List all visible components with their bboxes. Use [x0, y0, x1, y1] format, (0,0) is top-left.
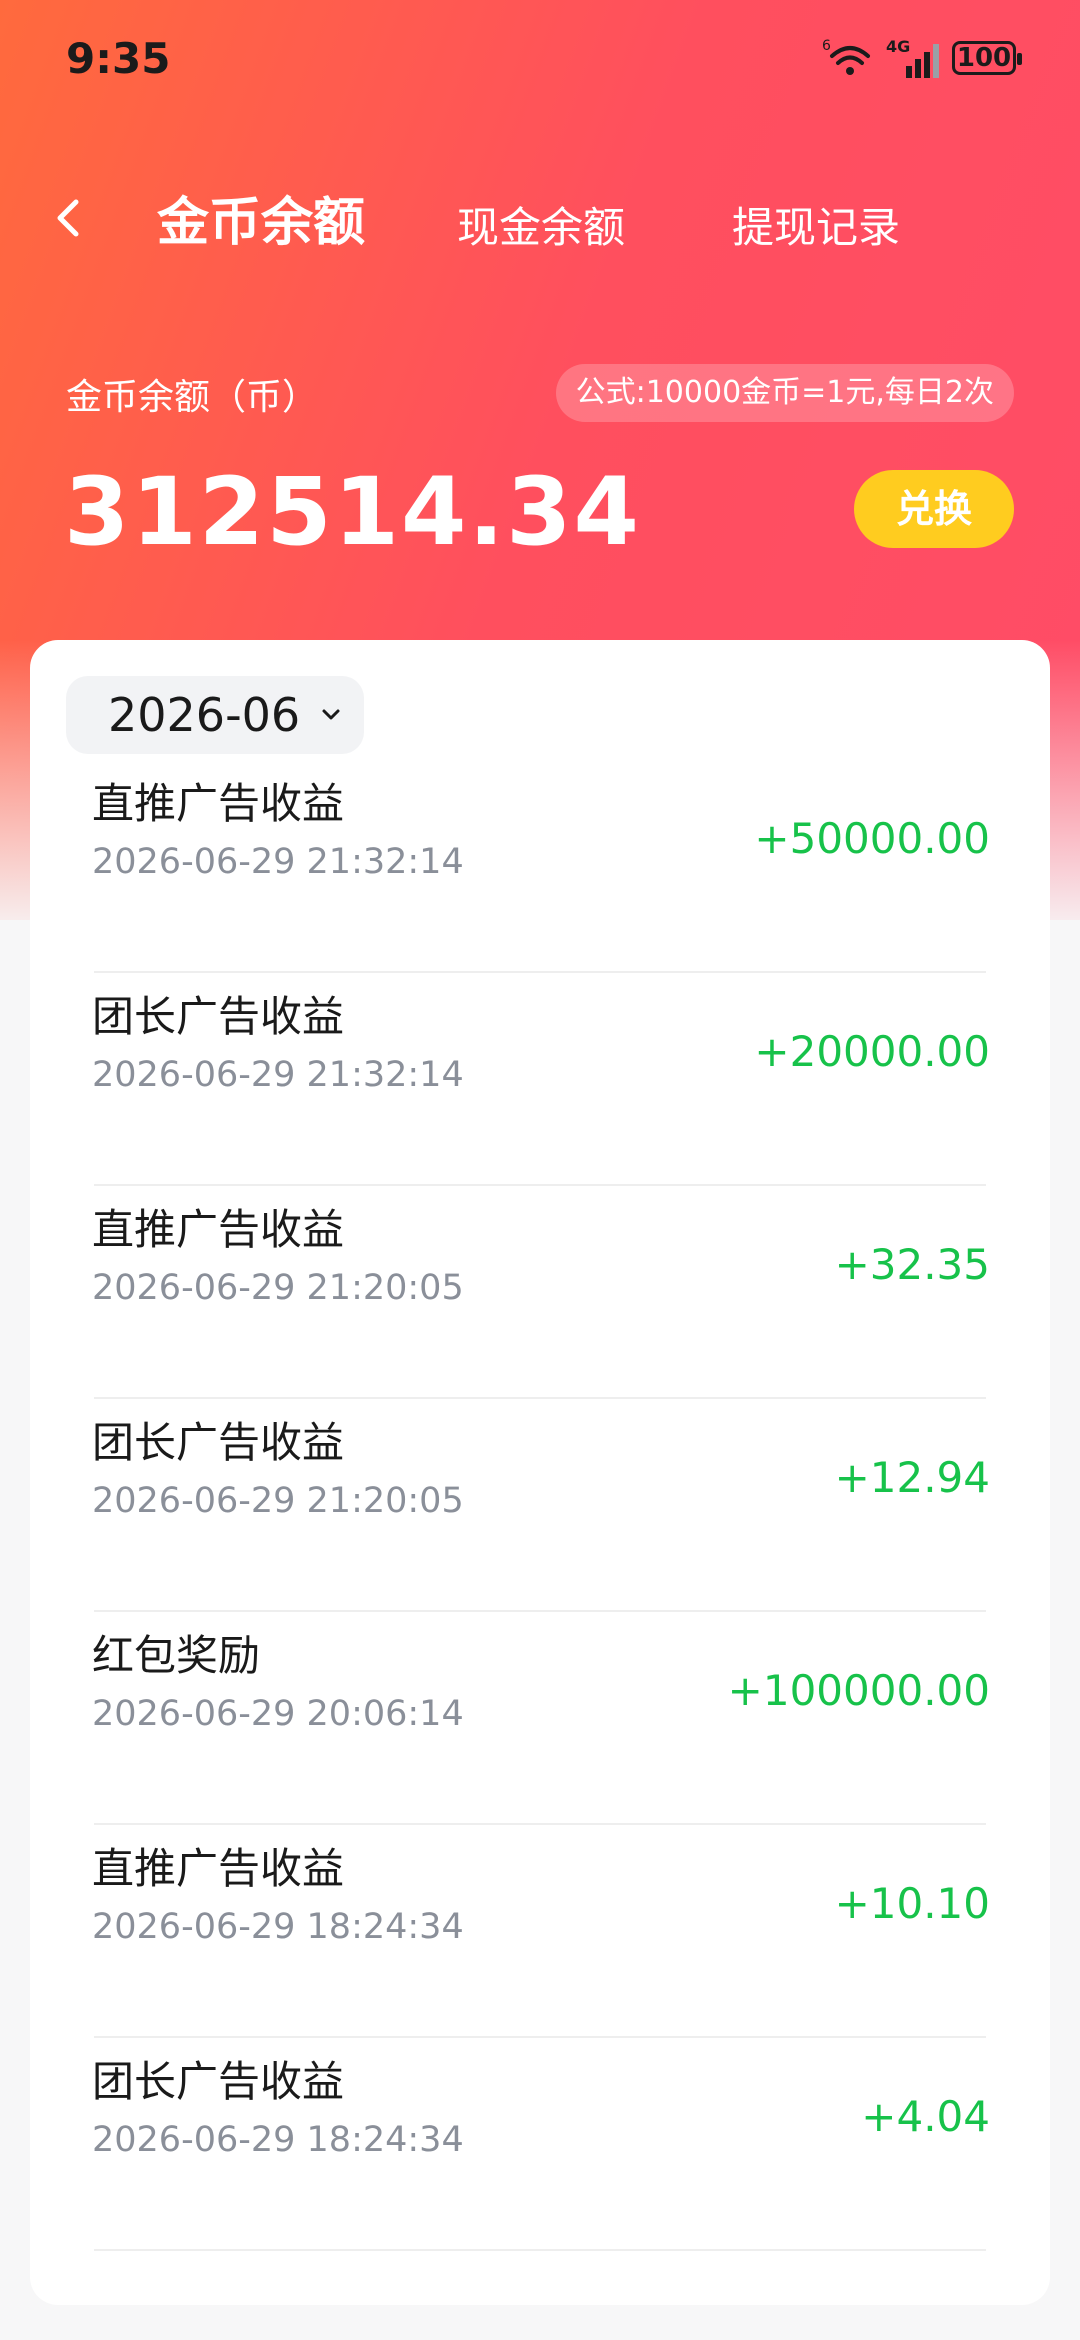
exchange-button[interactable]: 兑换 [854, 470, 1014, 548]
record-time: 2026-06-29 18:24:34 [92, 2120, 464, 2160]
chevron-down-icon [322, 709, 340, 720]
row-divider [94, 1610, 986, 1612]
record-time: 2026-06-29 21:32:14 [92, 1055, 464, 1095]
row-divider [94, 1184, 986, 1186]
coin-balance-screen: 9:35 6 4G 100 金币余额 现金余额 提现记录 金币余额（币） 公式:… [0, 0, 1080, 2340]
record-title: 直推广告收益 [92, 779, 345, 828]
record-row[interactable]: 团长广告收益 2026-06-29 21:32:14 +20000.00 [30, 983, 1050, 1196]
record-row[interactable]: 直推广告收益 2026-06-29 18:24:34 +10.10 [30, 1835, 1050, 2048]
record-row[interactable]: 团长广告收益 2026-06-29 21:20:05 +12.94 [30, 1409, 1050, 1622]
record-title: 团长广告收益 [92, 2057, 345, 2106]
network-type-label: 4G [886, 37, 910, 56]
status-bar: 9:35 6 4G 100 [0, 0, 1080, 120]
record-time: 2026-06-29 20:06:14 [92, 1694, 464, 1734]
back-arrow-icon[interactable] [48, 194, 88, 242]
records-list: 直推广告收益 2026-06-29 21:32:14 +50000.00 团长广… [30, 770, 1050, 2261]
record-row[interactable]: 团长广告收益 2026-06-29 18:24:34 +4.04 [30, 2048, 1050, 2261]
record-row[interactable]: 红包奖励 2026-06-29 20:06:14 +100000.00 [30, 1622, 1050, 1835]
status-time: 9:35 [66, 34, 171, 83]
exchange-formula-badge: 公式:10000金币=1元,每日2次 [555, 364, 1014, 422]
row-divider [94, 1397, 986, 1399]
balance-label: 金币余额（币） [66, 377, 319, 418]
record-title: 直推广告收益 [92, 1844, 345, 1893]
record-title: 红包奖励 [92, 1631, 261, 1680]
month-filter-value: 2026-06 [108, 688, 301, 742]
record-time: 2026-06-29 21:32:14 [92, 842, 464, 882]
battery-level: 100 [956, 43, 1012, 73]
svg-text:6: 6 [822, 38, 831, 54]
record-title: 团长广告收益 [92, 992, 345, 1041]
row-divider [94, 1823, 986, 1825]
record-amount: +4.04 [861, 2092, 990, 2141]
record-amount: +100000.00 [727, 1666, 990, 1715]
records-card: 2026-06 直推广告收益 2026-06-29 21:32:14 +5000… [30, 640, 1050, 2305]
tab-withdraw-records[interactable]: 提现记录 [732, 194, 900, 255]
tab-cash-balance[interactable]: 现金余额 [457, 194, 625, 255]
record-row[interactable]: 直推广告收益 2026-06-29 21:20:05 +32.35 [30, 1196, 1050, 1409]
coin-balance-value: 312514.34 [64, 458, 641, 567]
tab-coin-balance[interactable]: 金币余额 [157, 180, 365, 255]
record-title: 直推广告收益 [92, 1205, 345, 1254]
record-time: 2026-06-29 21:20:05 [92, 1481, 464, 1521]
row-divider [94, 2249, 986, 2251]
row-divider [94, 2036, 986, 2038]
record-amount: +20000.00 [754, 1027, 990, 1076]
row-divider [94, 971, 986, 973]
record-row[interactable]: 直推广告收益 2026-06-29 21:32:14 +50000.00 [30, 770, 1050, 983]
record-amount: +12.94 [834, 1453, 990, 1502]
status-icons: 6 4G 100 [822, 36, 1022, 80]
top-navigation: 金币余额 现金余额 提现记录 [0, 180, 1080, 260]
signal-icon: 4G [886, 37, 939, 78]
wifi-icon: 6 [822, 38, 870, 75]
battery-icon: 100 [952, 41, 1022, 75]
month-filter-select[interactable]: 2026-06 [66, 676, 364, 754]
record-time: 2026-06-29 18:24:34 [92, 1907, 464, 1947]
record-time: 2026-06-29 21:20:05 [92, 1268, 464, 1308]
record-amount: +32.35 [834, 1240, 990, 1289]
record-amount: +50000.00 [754, 814, 990, 863]
record-title: 团长广告收益 [92, 1418, 345, 1467]
record-amount: +10.10 [834, 1879, 990, 1928]
